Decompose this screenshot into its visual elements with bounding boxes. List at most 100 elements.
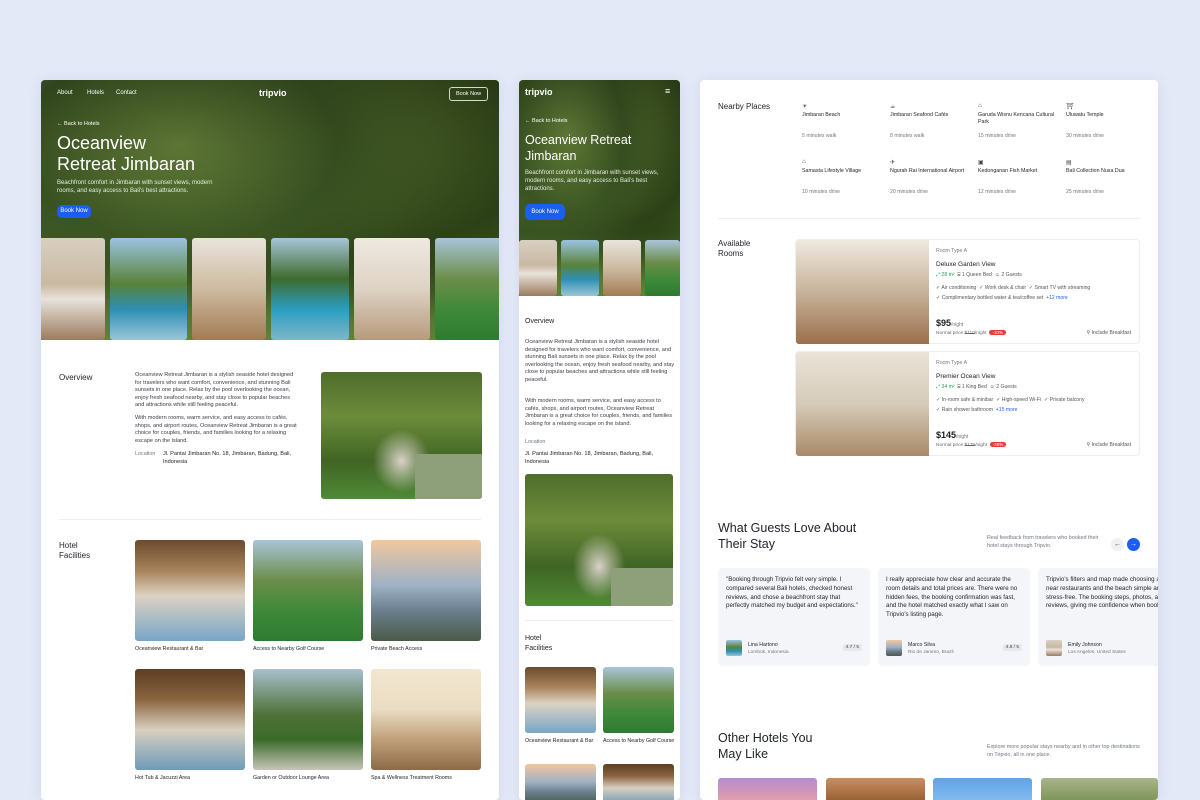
check-icon: ✓ xyxy=(936,295,941,301)
village-icon: ⌂ xyxy=(802,159,806,165)
next-arrow-icon[interactable]: → xyxy=(1127,538,1140,551)
facilities-heading: Hotel Facilities xyxy=(59,541,91,560)
airport-icon: ✈ xyxy=(890,160,896,166)
back-to-hotels-link[interactable]: ← Back to Hotels xyxy=(525,118,568,124)
gallery-image[interactable] xyxy=(519,240,557,296)
check-icon: ✓ xyxy=(979,285,984,291)
hotel-title: Oceanview Retreat Jimbaran xyxy=(57,133,196,174)
location-label: Location xyxy=(525,439,546,445)
hotel-title: Oceanview Retreat Jimbaran xyxy=(525,133,632,163)
avatar xyxy=(1046,640,1062,656)
discount-badge: -10% xyxy=(989,330,1007,335)
mobile-page: tripvio ≡ ← Back to Hotels Oceanview Ret… xyxy=(519,80,680,800)
facility-image[interactable] xyxy=(135,669,245,770)
room-card[interactable]: Room Type A Premier Ocean View ⤢ 34 m² ⌸… xyxy=(795,351,1140,456)
rooms-heading: Available Rooms xyxy=(718,239,751,258)
nearby-place: ☀ Jimbaran Beach 5 minutes walk xyxy=(802,103,882,143)
overview-paragraph-2: With modern rooms, warm service, and eas… xyxy=(135,415,297,444)
facility-image[interactable] xyxy=(525,667,596,733)
discount-badge: -35% xyxy=(989,442,1007,447)
more-features-link[interactable]: +15 more xyxy=(996,407,1018,413)
overview-heading: Overview xyxy=(525,318,555,325)
room-specs: ⤢ 28 m² ⌸ 1 Queen Bed ☺ 2 Guests xyxy=(936,272,1022,278)
gallery-image[interactable] xyxy=(645,240,680,296)
gallery-image[interactable] xyxy=(561,240,599,296)
hotel-card-image[interactable] xyxy=(718,778,817,800)
bed-icon: ⌸ xyxy=(957,272,961,278)
nearby-heading: Nearby Places xyxy=(718,102,771,111)
overview-image xyxy=(321,372,482,499)
facility-label: Access to Nearby Golf Course xyxy=(603,738,675,744)
market-icon: ▣ xyxy=(978,160,984,166)
nav-book-now-button[interactable]: Book Now xyxy=(449,87,489,101)
section-divider xyxy=(59,519,481,520)
hero-book-now-button[interactable]: Book Now xyxy=(57,205,91,218)
rating-badge: 4.8 / 5 xyxy=(1002,644,1022,651)
facility-image[interactable] xyxy=(253,669,363,770)
facility-image[interactable] xyxy=(253,540,363,641)
prev-arrow-icon[interactable]: ← xyxy=(1111,538,1124,551)
facility-label: Hot Tub & Jacuzzi Area xyxy=(135,775,191,781)
room-image xyxy=(796,352,929,456)
hotel-subtitle: Beachfront comfort in Jimbaran with suns… xyxy=(525,170,659,192)
hero-book-now-button[interactable]: Book Now xyxy=(525,204,565,220)
room-features: ✓ Complimentary bottled water & tea/coff… xyxy=(936,295,1068,301)
nearby-place: ☕ Jimbaran Seafood Cafés 8 minutes walk xyxy=(890,103,970,143)
room-features: ✓ Air conditioning ✓ Work desk & chair ✓… xyxy=(936,285,1091,291)
brand-logo[interactable]: tripvio xyxy=(259,88,287,98)
facility-image[interactable] xyxy=(525,764,596,800)
nearby-place: ▣ Kedonganan Fish Market 12 minutes driv… xyxy=(978,159,1058,199)
gallery-image[interactable] xyxy=(603,240,641,296)
gallery-image[interactable] xyxy=(435,238,499,340)
facility-image[interactable] xyxy=(371,540,481,641)
gallery-image[interactable] xyxy=(192,238,266,340)
check-icon: ✓ xyxy=(936,407,941,413)
facility-label: Spa & Wellness Treatment Rooms xyxy=(371,775,452,781)
nav-hotels[interactable]: Hotels xyxy=(87,90,104,96)
nav-about[interactable]: About xyxy=(57,90,73,96)
check-icon: ✓ xyxy=(936,285,941,291)
hotel-card-image[interactable] xyxy=(933,778,1032,800)
hamburger-icon[interactable]: ≡ xyxy=(665,86,670,96)
normal-price: Normal price $175/night -35% xyxy=(936,442,1007,448)
facility-image[interactable] xyxy=(603,667,674,733)
facility-label: Garden or Outdoor Lounge Area xyxy=(253,775,329,781)
location-value: Jl. Pantai Jimbaran No. 18, Jimbaran, Ba… xyxy=(163,451,292,465)
facilities-heading: Hotel Facilities xyxy=(525,635,553,652)
brand-logo[interactable]: tripvio xyxy=(525,87,553,97)
check-icon: ✓ xyxy=(996,397,1001,403)
hotel-card-image[interactable] xyxy=(826,778,925,800)
overview-paragraph-1: Oceanview Retreat Jimbaran is a stylish … xyxy=(135,372,294,409)
nearby-place: ⌂ Samasta Lifestyle Village 10 minutes d… xyxy=(802,159,882,199)
facility-label: Oceanview Restaurant & Bar xyxy=(135,646,204,652)
facility-image[interactable] xyxy=(603,764,674,800)
temple-icon: ⛩ xyxy=(1066,104,1074,110)
facility-image[interactable] xyxy=(371,669,481,770)
facility-label: Oceanview Restaurant & Bar xyxy=(525,738,594,744)
hotel-card-image[interactable] xyxy=(1041,778,1158,800)
gallery-image[interactable] xyxy=(271,238,349,340)
landmark-icon: ⌂ xyxy=(978,103,982,109)
back-to-hotels-link[interactable]: ← Back to Hotels xyxy=(57,121,100,127)
nav-contact[interactable]: Contact xyxy=(116,90,137,96)
gallery-image[interactable] xyxy=(354,238,430,340)
gallery-image[interactable] xyxy=(41,238,105,340)
facility-image[interactable] xyxy=(135,540,245,641)
room-features: ✓ In-room safe & minibar ✓ High-speed Wi… xyxy=(936,397,1085,403)
details-page: Nearby Places ☀ Jimbaran Beach 5 minutes… xyxy=(700,80,1158,800)
room-card[interactable]: Room Type A Deluxe Garden View ⤢ 28 m² ⌸… xyxy=(795,239,1140,344)
more-features-link[interactable]: +12 more xyxy=(1046,295,1068,301)
facility-label: Private Beach Access xyxy=(371,646,423,652)
avatar xyxy=(886,640,902,656)
guests-icon: ☺ xyxy=(994,272,1000,278)
gallery-image[interactable] xyxy=(110,238,187,340)
facility-label: Access to Nearby Golf Course xyxy=(253,646,325,652)
breakfast-note: ⚲ Include Breakfast xyxy=(1086,330,1131,336)
section-divider xyxy=(525,620,674,621)
overview-paragraph-2: With modern rooms, warm service, and eas… xyxy=(525,398,673,427)
rating-badge: 4.7 / 5 xyxy=(842,644,862,651)
mall-icon: ▤ xyxy=(1066,160,1072,166)
room-specs: ⤢ 34 m² ⌸ 1 King Bed ☺ 2 Guests xyxy=(936,384,1017,390)
room-price: $95/night xyxy=(936,318,964,328)
location-value: Jl. Pantai Jimbaran No. 18, Jimbaran, Ba… xyxy=(525,451,654,465)
